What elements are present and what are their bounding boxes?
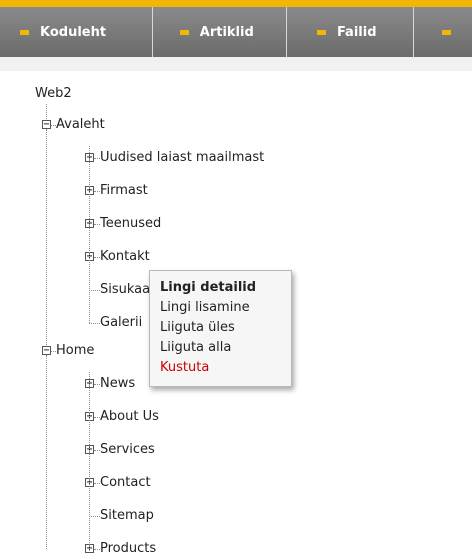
- menu-item-add-link[interactable]: Lingi lisamine: [160, 298, 291, 318]
- tree-item-label[interactable]: Galerii: [100, 315, 142, 331]
- tree-connector-line: [89, 323, 100, 324]
- tree-item-label[interactable]: Products: [100, 541, 156, 557]
- tree-item-label[interactable]: Services: [100, 442, 155, 458]
- tree-connector-line: [46, 355, 47, 549]
- menu-item-move-down[interactable]: Liiguta alla: [160, 338, 291, 358]
- tree-connector-line: [46, 129, 47, 323]
- tree-connector-line: [89, 290, 100, 291]
- tree-connector-line: [89, 516, 100, 517]
- menu-item-delete[interactable]: Kustuta: [160, 358, 291, 378]
- tree-root-label[interactable]: Web2: [35, 86, 72, 102]
- tree-item-label[interactable]: About Us: [100, 409, 159, 425]
- tree-item-label[interactable]: Contact: [100, 475, 151, 491]
- tree-group-label[interactable]: Avaleht: [56, 117, 105, 133]
- tree-item-label[interactable]: Teenused: [100, 216, 161, 232]
- tree-item-label[interactable]: Sitemap: [100, 508, 154, 524]
- tree-item-label[interactable]: News: [100, 376, 135, 392]
- tree-group-label[interactable]: Home: [56, 343, 94, 359]
- tree-connector-line: [89, 146, 90, 323]
- tree-item-label[interactable]: Kontakt: [100, 249, 150, 265]
- menu-item-move-up[interactable]: Liiguta üles: [160, 318, 291, 338]
- collapse-icon[interactable]: −: [42, 120, 51, 130]
- tree-connector-line: [89, 372, 90, 549]
- context-menu: Lingi detailid Lingi lisamine Liiguta ül…: [149, 270, 292, 387]
- menu-item-link-details[interactable]: Lingi detailid: [160, 278, 291, 298]
- collapse-icon[interactable]: −: [42, 346, 51, 356]
- tree-item-label[interactable]: Firmast: [100, 183, 148, 199]
- tree-item-label[interactable]: Uudised laiast maailmast: [100, 150, 264, 166]
